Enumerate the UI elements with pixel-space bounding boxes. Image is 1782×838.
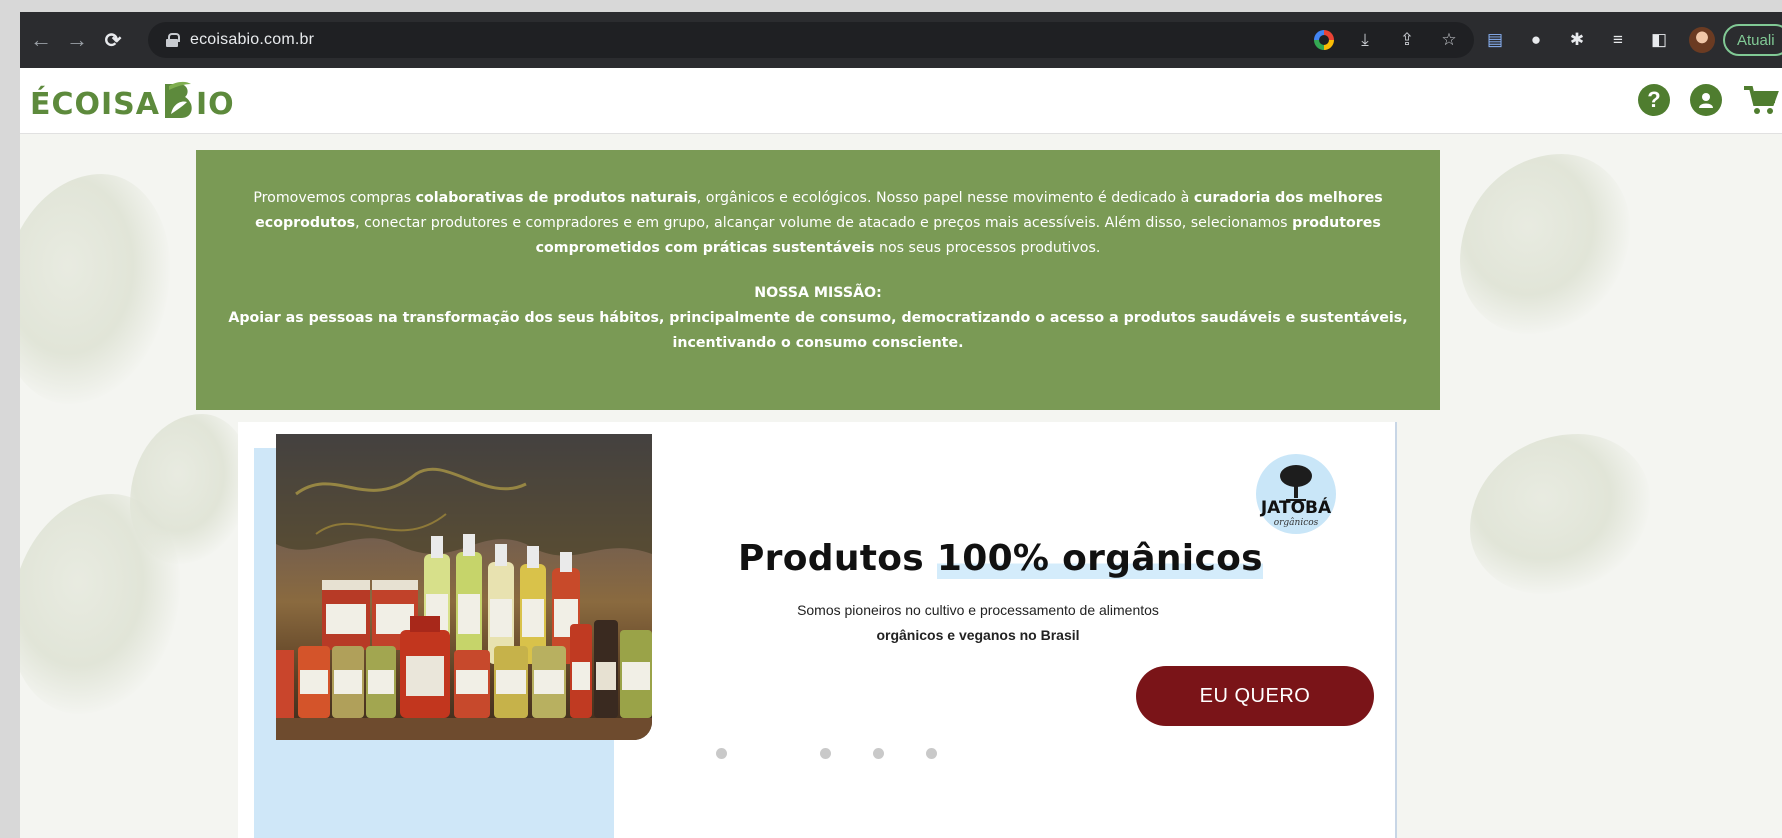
bookmark-star-icon[interactable]: ☆ <box>1438 30 1460 50</box>
logo-text-right: IO <box>196 86 235 122</box>
reading-list-icon[interactable]: ≡ <box>1607 30 1629 50</box>
logo-leaf-icon <box>161 80 195 122</box>
user-account-icon[interactable] <box>1690 84 1722 116</box>
background-leaf <box>1470 434 1650 594</box>
tree-icon <box>1280 465 1312 501</box>
address-bar[interactable]: ecoisabio.com.br ⤓ ⇪ ☆ <box>148 22 1474 58</box>
extensions-bar: ▤ ● ✱ ≡ ◧ <box>1484 12 1715 68</box>
product-photo[interactable] <box>276 434 652 740</box>
side-panel-icon[interactable]: ◧ <box>1648 30 1670 50</box>
jatoba-brand-subtitle: orgânicos <box>1273 518 1319 528</box>
carousel-dot[interactable] <box>716 748 727 759</box>
background-leaf <box>130 414 250 564</box>
carousel-dot[interactable] <box>873 748 884 759</box>
site-header: ÉCOISA IO ? <box>20 68 1782 134</box>
header-actions: ? <box>1638 84 1782 116</box>
carousel-dot[interactable] <box>820 748 831 759</box>
shopping-cart-icon[interactable] <box>1742 84 1782 116</box>
carousel-indicators <box>716 748 937 759</box>
promo-subtitle: Somos pioneiros no cultivo e processamen… <box>797 602 1159 643</box>
reload-icon[interactable]: ⟳ <box>98 25 128 55</box>
google-lens-icon[interactable] <box>1314 30 1334 50</box>
mission-statement: Apoiar as pessoas na transformação dos s… <box>228 310 1408 351</box>
docs-extension-icon[interactable]: ▤ <box>1484 30 1506 50</box>
forward-arrow-icon[interactable]: → <box>62 25 92 55</box>
mission-banner: Promovemos compras colaborativas de prod… <box>196 150 1440 410</box>
lock-icon[interactable] <box>166 33 180 47</box>
promo-carousel: JATOBÁ orgânicos Produtos 100% orgânicos… <box>238 422 1396 838</box>
mission-intro: Promovemos compras colaborativas de prod… <box>253 190 1383 256</box>
browser-window: ← → ⟳ ecoisabio.com.br ⤓ ⇪ ☆ ▤ ● ✱ ≡ ◧ A… <box>20 12 1782 838</box>
page-content: Promovemos compras colaborativas de prod… <box>20 134 1782 838</box>
site-logo[interactable]: ÉCOISA IO <box>30 80 235 128</box>
install-app-icon[interactable]: ⤓ <box>1354 30 1376 50</box>
background-leaf <box>1460 154 1630 334</box>
extensions-puzzle-icon[interactable]: ✱ <box>1566 30 1588 50</box>
url-text[interactable]: ecoisabio.com.br <box>190 31 314 49</box>
carousel-edge <box>1395 422 1397 838</box>
mission-title: NOSSA MISSÃO: <box>754 285 882 301</box>
jatoba-brand-logo[interactable]: JATOBÁ orgânicos <box>1252 454 1340 534</box>
update-button[interactable]: Atuali <box>1723 24 1782 56</box>
promo-title: Produtos 100% orgânicos <box>738 538 1263 579</box>
browser-toolbar: ← → ⟳ ecoisabio.com.br ⤓ ⇪ ☆ ▤ ● ✱ ≡ ◧ A… <box>20 12 1782 68</box>
background-leaf <box>20 174 170 404</box>
eu-quero-button[interactable]: EU QUERO <box>1136 666 1374 726</box>
screen-frame: ← → ⟳ ecoisabio.com.br ⤓ ⇪ ☆ ▤ ● ✱ ≡ ◧ A… <box>0 0 1782 838</box>
help-icon[interactable]: ? <box>1638 84 1670 116</box>
jatoba-brand-name: JATOBÁ <box>1260 498 1332 518</box>
address-bar-actions: ⤓ ⇪ ☆ <box>1314 22 1460 58</box>
profile-avatar[interactable] <box>1689 27 1715 53</box>
carousel-dot[interactable] <box>926 748 937 759</box>
logo-text-left: ÉCOISA <box>30 86 160 122</box>
ghost-extension-icon[interactable]: ● <box>1525 30 1547 50</box>
share-icon[interactable]: ⇪ <box>1396 30 1418 50</box>
back-arrow-icon[interactable]: ← <box>26 25 56 55</box>
